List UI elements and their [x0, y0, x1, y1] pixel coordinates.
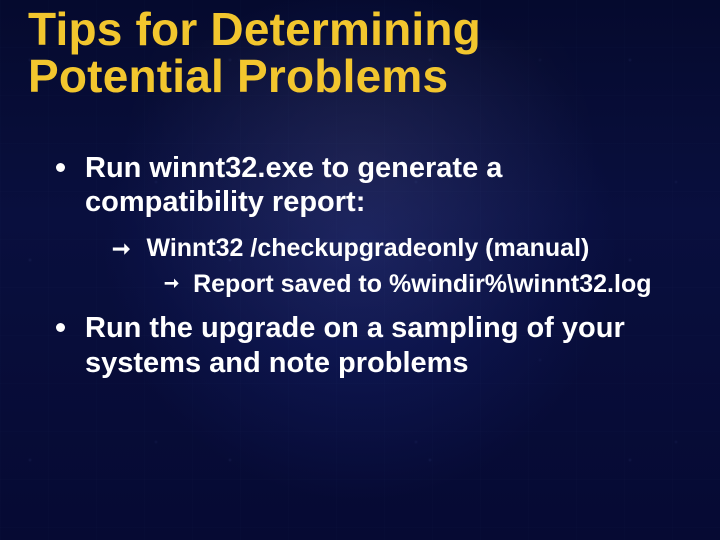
- list-item-text: Run the upgrade on a sampling of your sy…: [85, 311, 680, 379]
- list-item: ➞ Winnt32 /checkupgradeonly (manual): [112, 233, 680, 263]
- list-item-text: Winnt32 /checkupgradeonly (manual): [146, 233, 680, 263]
- chevron-right-icon: ➞: [112, 236, 130, 263]
- list-item-text: Run winnt32.exe to generate a compatibil…: [85, 151, 680, 219]
- list-item: Run winnt32.exe to generate a compatibil…: [56, 151, 680, 219]
- list-item: Run the upgrade on a sampling of your sy…: [56, 311, 680, 379]
- slide-title: Tips for Determining Potential Problems: [28, 6, 680, 100]
- list-item: ➞ Report saved to %windir%\winnt32.log: [164, 269, 680, 299]
- chevron-right-icon: ➞: [164, 273, 179, 299]
- disc-bullet-icon: [56, 163, 65, 172]
- list-item-text: Report saved to %windir%\winnt32.log: [193, 269, 680, 299]
- disc-bullet-icon: [56, 323, 65, 332]
- slide-body: Run winnt32.exe to generate a compatibil…: [56, 145, 680, 394]
- slide: Tips for Determining Potential Problems …: [0, 0, 720, 540]
